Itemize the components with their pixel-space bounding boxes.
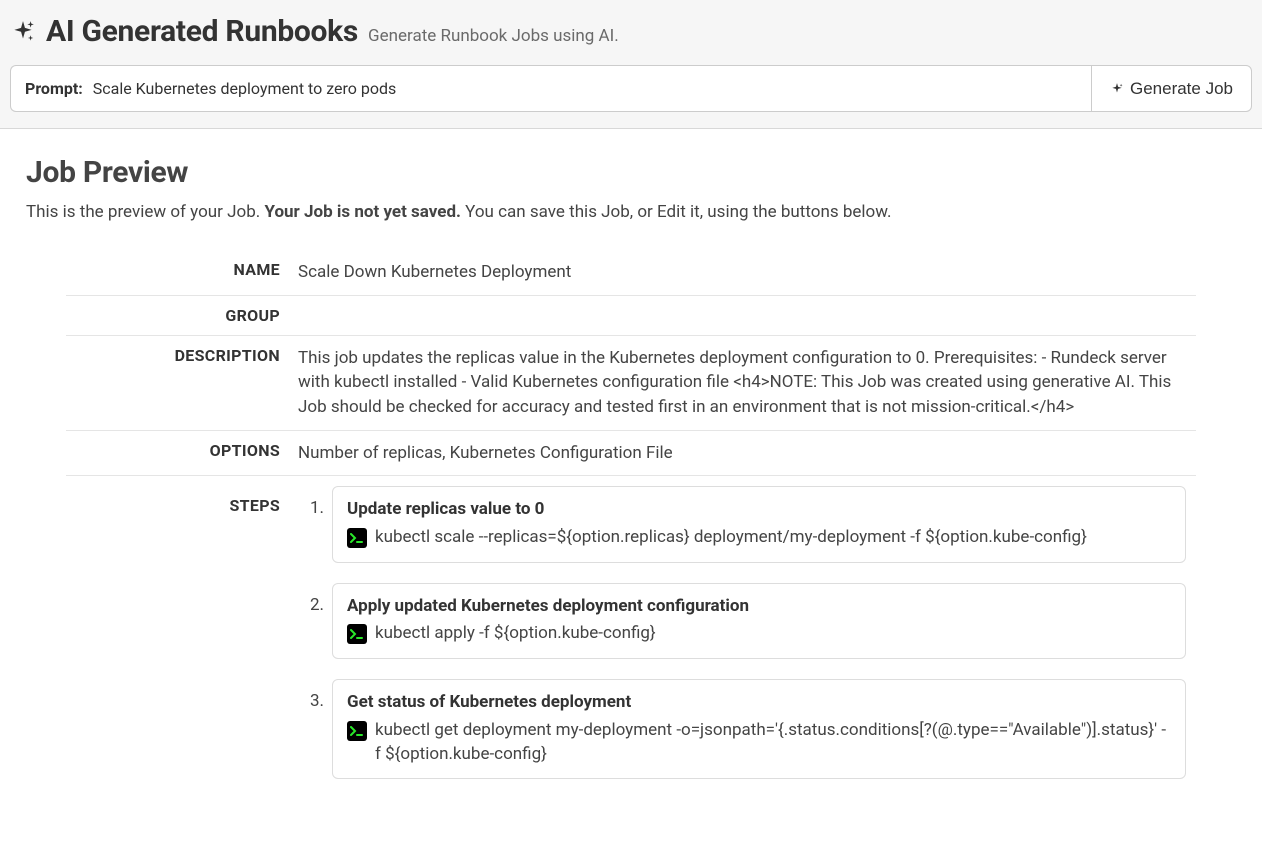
value-options: Number of replicas, Kubernetes Configura… <box>298 441 1196 466</box>
step-command-row: kubectl apply -f ${option.kube-config} <box>347 622 1171 646</box>
terminal-icon <box>347 721 367 741</box>
sparkle-icon <box>1110 82 1124 96</box>
job-detail-table: NAME Scale Down Kubernetes Deployment GR… <box>66 250 1196 809</box>
step-command-row: kubectl scale --replicas=${option.replic… <box>347 526 1171 550</box>
step-card: Update replicas value to 0 kubectl scale… <box>332 486 1186 562</box>
step-number: 3. <box>298 679 324 714</box>
prompt-row: Prompt: Generate Job <box>10 65 1252 112</box>
row-name: NAME Scale Down Kubernetes Deployment <box>66 250 1196 296</box>
preview-desc-after: You can save this Job, or Edit it, using… <box>465 202 891 222</box>
step-title: Update replicas value to 0 <box>347 497 1171 522</box>
value-steps: 1. Update replicas value to 0 kubectl sc… <box>298 486 1196 799</box>
step-command-row: kubectl get deployment my-deployment -o=… <box>347 719 1171 767</box>
prompt-label: Prompt: <box>25 79 83 98</box>
label-description: DESCRIPTION <box>66 346 298 420</box>
header-bar: AI Generated Runbooks Generate Runbook J… <box>0 0 1262 129</box>
row-group: GROUP <box>66 296 1196 336</box>
step-command: kubectl get deployment my-deployment -o=… <box>375 719 1171 767</box>
step-item: 3. Get status of Kubernetes deployment k… <box>298 679 1186 779</box>
terminal-icon <box>347 624 367 644</box>
step-command: kubectl apply -f ${option.kube-config} <box>375 622 656 646</box>
step-card: Apply updated Kubernetes deployment conf… <box>332 583 1186 659</box>
prompt-input[interactable] <box>93 76 1077 101</box>
main-content: Job Preview This is the preview of your … <box>0 129 1262 839</box>
generate-job-label: Generate Job <box>1130 79 1233 99</box>
step-title: Get status of Kubernetes deployment <box>347 690 1171 715</box>
step-command: kubectl scale --replicas=${option.replic… <box>375 526 1087 550</box>
value-name: Scale Down Kubernetes Deployment <box>298 260 1196 285</box>
generate-job-button[interactable]: Generate Job <box>1091 65 1252 112</box>
label-name: NAME <box>66 260 298 285</box>
step-number: 2. <box>298 583 324 618</box>
page-subtitle: Generate Runbook Jobs using AI. <box>368 26 619 46</box>
job-preview-title: Job Preview <box>26 155 1236 190</box>
row-options: OPTIONS Number of replicas, Kubernetes C… <box>66 431 1196 477</box>
value-group <box>298 306 1196 325</box>
value-description: This job updates the replicas value in t… <box>298 346 1196 420</box>
label-steps: STEPS <box>66 486 298 515</box>
step-title: Apply updated Kubernetes deployment conf… <box>347 594 1171 619</box>
step-number: 1. <box>298 486 324 521</box>
sparkle-icon <box>10 19 36 45</box>
title-row: AI Generated Runbooks Generate Runbook J… <box>10 14 1252 49</box>
row-description: DESCRIPTION This job updates the replica… <box>66 336 1196 431</box>
label-group: GROUP <box>66 306 298 325</box>
prompt-input-wrap: Prompt: <box>10 65 1091 112</box>
step-item: 1. Update replicas value to 0 kubectl sc… <box>298 486 1186 562</box>
job-preview-description: This is the preview of your Job. Your Jo… <box>26 202 1236 222</box>
terminal-icon <box>347 528 367 548</box>
steps-list: 1. Update replicas value to 0 kubectl sc… <box>298 486 1186 779</box>
step-card: Get status of Kubernetes deployment kube… <box>332 679 1186 779</box>
row-steps: STEPS 1. Update replicas value to 0 kube… <box>66 476 1196 809</box>
step-item: 2. Apply updated Kubernetes deployment c… <box>298 583 1186 659</box>
page-title: AI Generated Runbooks <box>46 14 358 49</box>
label-options: OPTIONS <box>66 441 298 466</box>
preview-desc-bold: Your Job is not yet saved. <box>264 202 461 222</box>
preview-desc-before: This is the preview of your Job. <box>26 202 264 222</box>
